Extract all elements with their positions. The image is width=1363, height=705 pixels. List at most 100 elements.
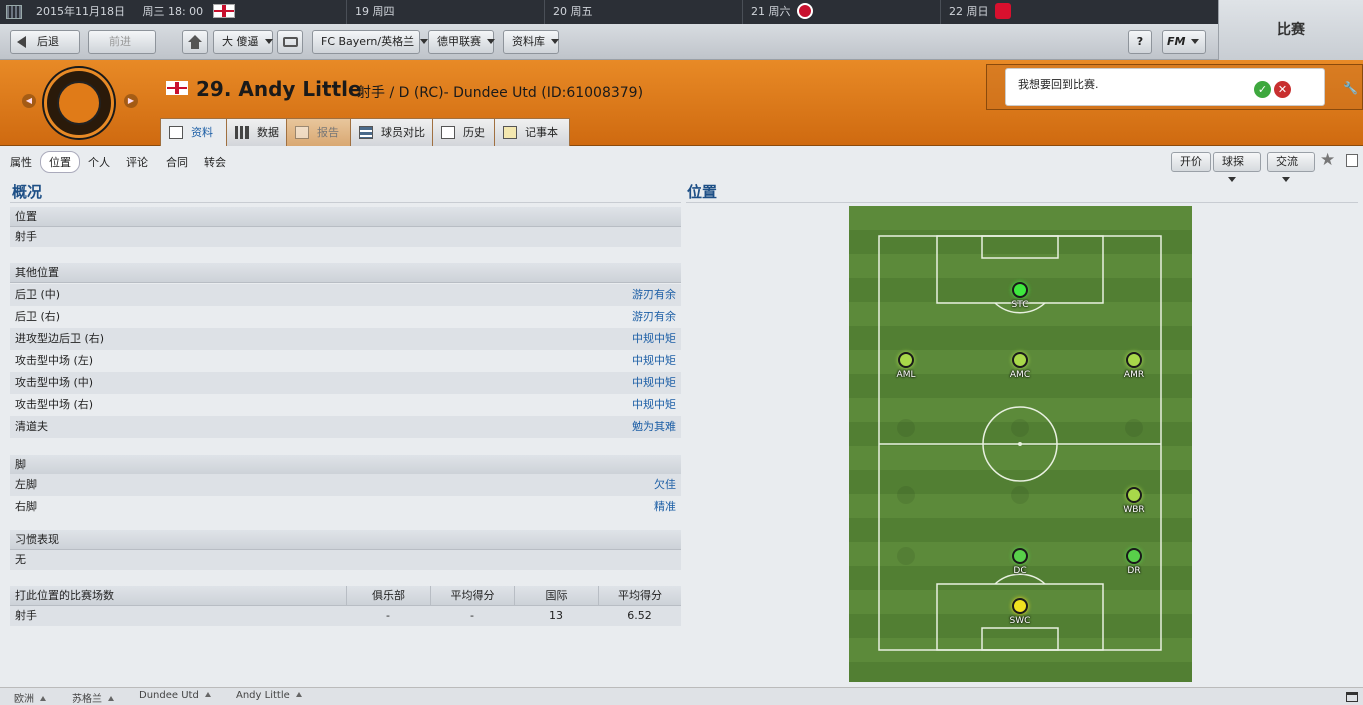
apps-col-intl[interactable]: 国际 [514, 586, 598, 606]
list-item: 攻击型中场 (左) 中规中矩 [10, 350, 681, 372]
divider [686, 202, 1358, 203]
subnav-comments[interactable]: 评论 [126, 154, 148, 170]
position-rating[interactable]: 中规中矩 [632, 350, 676, 372]
position-marker-stc[interactable] [1012, 282, 1028, 298]
chevron-down-icon [487, 39, 495, 44]
position-marker-swc[interactable] [1012, 598, 1028, 614]
apps-col-club[interactable]: 俱乐部 [346, 586, 430, 606]
subnav-transfer[interactable]: 转会 [204, 154, 226, 170]
apps-col-club-avg[interactable]: 平均得分 [430, 586, 514, 606]
position-rating[interactable]: 中规中矩 [632, 328, 676, 350]
empty-position-marker [897, 547, 915, 565]
offer-button[interactable]: 开价 [1171, 152, 1211, 172]
match-panel-header[interactable]: 比赛 [1218, 0, 1363, 60]
window-icon[interactable] [1346, 692, 1358, 702]
position-name: 后卫 (中) [15, 288, 61, 301]
inbox-button[interactable] [277, 30, 303, 54]
subnav-attributes[interactable]: 属性 [10, 154, 32, 170]
previous-player-icon[interactable]: ◀ [22, 94, 36, 108]
database-label: 资料库 [512, 35, 545, 48]
position-marker-dc[interactable] [1012, 548, 1028, 564]
manager-menu[interactable]: 大 傻逼 [213, 30, 273, 54]
position-marker-wbr[interactable] [1126, 487, 1142, 503]
apps-cell-club-avg: - [470, 609, 474, 622]
club-crest [44, 68, 114, 138]
breadcrumb-item[interactable]: 苏格兰 [72, 690, 114, 705]
interact-menu[interactable]: 交流 [1267, 152, 1315, 182]
divider [10, 202, 681, 203]
position-name: 攻击型中场 (左) [15, 354, 94, 367]
report-icon [295, 126, 309, 139]
chevron-up-icon [40, 696, 46, 701]
history-icon [441, 126, 455, 139]
calendar-icon[interactable] [6, 5, 22, 19]
list-item: 进攻型边后卫 (右) 中规中矩 [10, 328, 681, 350]
tab-history[interactable]: 历史 [432, 118, 496, 146]
add-note-icon[interactable] [1346, 154, 1358, 167]
tab-stats[interactable]: 数据 [226, 118, 288, 146]
home-button[interactable] [182, 30, 208, 54]
position-rating[interactable]: 精准 [654, 496, 676, 518]
position-marker-aml[interactable] [898, 352, 914, 368]
breadcrumb-label: 欧洲 [14, 694, 34, 705]
calendar-day[interactable]: 21 周六 [742, 0, 940, 24]
position-name: 后卫 (右) [15, 310, 61, 323]
breadcrumb-item[interactable]: 欧洲 [14, 690, 46, 705]
position-rating[interactable]: 中规中矩 [632, 394, 676, 416]
next-player-icon[interactable]: ▶ [124, 94, 138, 108]
overview-title: 概况 [12, 183, 43, 201]
wrench-icon[interactable]: 🔧 [1343, 81, 1359, 97]
list-item: 左脚 欠佳 [10, 474, 681, 496]
subnav-contract[interactable]: 合同 [166, 154, 188, 170]
club-menu[interactable]: FC Bayern/英格兰 [312, 30, 429, 54]
tab-compare[interactable]: 球员对比 [350, 118, 434, 146]
apps-col-position: 打此位置的比赛场数 [15, 589, 114, 602]
breadcrumb-item[interactable]: Dundee Utd [139, 690, 211, 701]
star-icon[interactable]: ★ [1320, 150, 1335, 170]
chevron-up-icon [108, 696, 114, 701]
breadcrumb-label: Andy Little [236, 690, 290, 701]
apps-col-intl-avg[interactable]: 平均得分 [598, 586, 681, 606]
database-menu[interactable]: 资料库 [503, 30, 559, 54]
fm-menu[interactable]: FM [1162, 30, 1206, 54]
position-rating[interactable]: 欠佳 [654, 474, 676, 496]
tab-label: 报告 [317, 126, 339, 139]
tab-report[interactable]: 报告 [286, 118, 352, 146]
close-icon[interactable]: ✕ [1274, 81, 1291, 98]
league-menu[interactable]: 德甲联赛 [428, 30, 495, 54]
calendar-today[interactable]: 2015年11月18日 周三 18: 00 [28, 0, 346, 24]
back-button[interactable]: 后退 [10, 30, 80, 54]
chevron-down-icon [420, 39, 429, 44]
empty-position-marker [897, 419, 915, 437]
subnav-positions[interactable]: 位置 [40, 151, 80, 173]
help-button[interactable]: ? [1128, 30, 1152, 54]
position-marker-label: SWC [1009, 616, 1031, 626]
scout-menu[interactable]: 球探 [1213, 152, 1261, 182]
tab-profile[interactable]: 资料 [160, 118, 228, 146]
calendar-day[interactable]: 19 周四 [346, 0, 544, 24]
breadcrumb-item[interactable]: Andy Little [236, 690, 302, 701]
position-marker-amc[interactable] [1012, 352, 1028, 368]
breadcrumb-label: Dundee Utd [139, 690, 199, 701]
position-rating[interactable]: 游刃有余 [632, 284, 676, 306]
tab-notes[interactable]: 记事本 [494, 118, 570, 146]
position-marker-label: AMR [1123, 370, 1145, 380]
position-name: 攻击型中场 (右) [15, 398, 94, 411]
league-label: 德甲联赛 [437, 35, 481, 48]
habit-header: 习惯表现 [10, 530, 681, 550]
position-rating[interactable]: 游刃有余 [632, 306, 676, 328]
fm-label: FM [1167, 35, 1186, 48]
subnav-personal[interactable]: 个人 [88, 154, 110, 170]
calendar-day[interactable]: 20 周五 [544, 0, 742, 24]
position-marker-label: STC [1011, 300, 1029, 310]
calendar-day[interactable]: 22 周日 [940, 0, 1148, 24]
confirm-icon[interactable]: ✓ [1254, 81, 1271, 98]
position-name: 清道夫 [15, 420, 48, 433]
position-rating[interactable]: 中规中矩 [632, 372, 676, 394]
forward-button[interactable]: 前进 [88, 30, 156, 54]
position-rating[interactable]: 勉为其难 [632, 416, 676, 438]
position-marker-dr[interactable] [1126, 548, 1142, 564]
inbox-icon [283, 37, 298, 47]
position-marker-amr[interactable] [1126, 352, 1142, 368]
notification-box[interactable]: 我想要回到比赛. ✓ ✕ [1005, 68, 1325, 106]
